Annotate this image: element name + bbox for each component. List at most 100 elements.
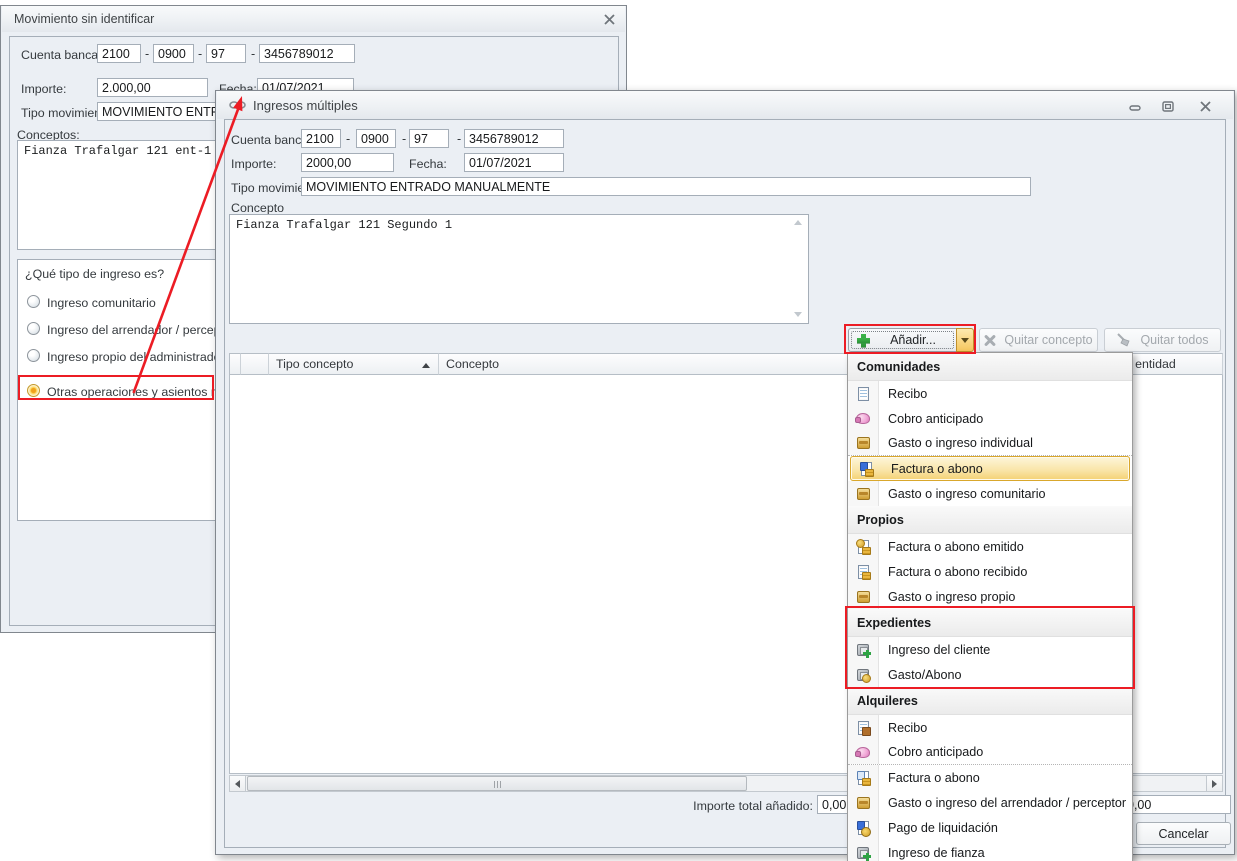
cuenta-part1-field[interactable]: 2100 xyxy=(301,129,341,148)
concepto-textarea[interactable]: Fianza Trafalgar 121 Segundo 1 xyxy=(229,214,809,324)
importe-label: Importe: xyxy=(231,157,277,171)
table-header-indicator-col xyxy=(229,353,241,375)
invoice-emitted-icon xyxy=(855,538,871,555)
menu-section-alquileres: Alquileres xyxy=(848,687,1132,715)
column-title: Tipo concepto xyxy=(276,357,354,371)
menu-item-recibo[interactable]: Recibo xyxy=(848,381,1132,406)
bg-window-title: Movimiento sin identificar xyxy=(14,12,155,26)
menu-item-pago-liquidacion[interactable]: Pago de liquidación xyxy=(848,815,1132,840)
radio-ingreso-propio[interactable] xyxy=(27,349,40,362)
bg-cuenta-part3-field[interactable]: 97 xyxy=(206,44,246,63)
receipt-icon xyxy=(857,386,869,401)
cuenta-part3-field[interactable]: 97 xyxy=(409,129,449,148)
menu-item-gasto-arrendador[interactable]: Gasto o ingreso del arrendador / percept… xyxy=(848,790,1132,815)
scroll-right-button[interactable] xyxy=(1206,775,1223,792)
triangle-left-icon xyxy=(235,779,240,788)
menu-item-cobro-anticipado[interactable]: Cobro anticipado xyxy=(848,406,1132,431)
menu-item-factura-abono-alquiler[interactable]: Factura o abono xyxy=(848,765,1132,790)
sort-ascending-icon xyxy=(422,363,430,368)
expense-icon xyxy=(856,437,870,449)
invoice-icon xyxy=(859,461,874,477)
icon-gutter xyxy=(851,457,882,480)
minimize-icon[interactable] xyxy=(1124,99,1146,114)
menu-item-label: Factura o abono recibido xyxy=(888,564,1028,579)
separator: - xyxy=(251,47,256,61)
cuenta-part2-field[interactable]: 0900 xyxy=(356,129,396,148)
scroll-up-icon[interactable] xyxy=(794,220,802,225)
cuenta-part4-field[interactable]: 3456789012 xyxy=(464,129,564,148)
close-icon[interactable] xyxy=(598,12,620,27)
importe-total-label: Importe total añadido: xyxy=(693,799,813,813)
separator: - xyxy=(198,47,203,61)
expense-icon xyxy=(856,487,870,500)
table-header-tipo-concepto[interactable]: Tipo concepto xyxy=(269,353,439,375)
dialog-titlebar[interactable]: Ingresos múltiples xyxy=(217,91,1233,119)
icon-gutter xyxy=(848,765,879,790)
cancelar-label: Cancelar xyxy=(1158,826,1209,841)
fecha-field[interactable]: 01/07/2021 xyxy=(464,153,564,172)
icon-gutter xyxy=(848,840,879,861)
safe-deposit-add-icon xyxy=(857,846,871,861)
expense-icon xyxy=(856,796,870,809)
menu-item-label: Gasto o ingreso individual xyxy=(888,436,1033,450)
menu-item-recibo-alquiler[interactable]: Recibo xyxy=(848,715,1132,740)
radio-label[interactable]: Ingreso comunitario xyxy=(47,296,156,310)
radio-ingreso-arrendador[interactable] xyxy=(27,322,40,335)
icon-gutter xyxy=(848,740,879,764)
menu-item-factura-recibido[interactable]: Factura o abono recibido xyxy=(848,559,1132,584)
liquidation-payment-icon xyxy=(856,820,871,837)
menu-item-label: Gasto o ingreso comunitario xyxy=(888,486,1046,501)
menu-item-label: Pago de liquidación xyxy=(888,820,998,835)
menu-item-gasto-individual[interactable]: Gasto o ingreso individual xyxy=(848,431,1132,456)
annotation-box-otras-operaciones xyxy=(18,375,214,400)
menu-item-label: Cobro anticipado xyxy=(888,745,984,759)
thumb-grip xyxy=(494,781,503,788)
icon-gutter xyxy=(848,715,879,740)
scroll-left-button[interactable] xyxy=(229,775,246,792)
table-header-icon-col xyxy=(241,353,269,375)
menu-item-label: Gasto o ingreso del arrendador / percept… xyxy=(888,795,1127,810)
menu-item-factura-emitido[interactable]: Factura o abono emitido xyxy=(848,534,1132,559)
bg-cuenta-part1-field[interactable]: 2100 xyxy=(97,44,141,63)
triangle-right-icon xyxy=(1212,779,1217,788)
importe-field[interactable]: 2000,00 xyxy=(301,153,394,172)
icon-gutter xyxy=(848,790,879,815)
separator: - xyxy=(402,132,407,146)
piggy-bank-icon xyxy=(855,746,870,758)
quitar-todos-button[interactable]: Quitar todos xyxy=(1104,328,1221,352)
scrollbar-thumb[interactable] xyxy=(247,776,747,791)
cancelar-button[interactable]: Cancelar xyxy=(1136,822,1231,845)
bg-cuenta-part4-field[interactable]: 3456789012 xyxy=(259,44,355,63)
menu-item-factura-abono[interactable]: Factura o abono xyxy=(850,456,1130,481)
separator: - xyxy=(457,132,462,146)
menu-item-label: Factura o abono xyxy=(888,770,980,785)
bg-importe-field[interactable]: 2.000,00 xyxy=(97,78,208,97)
radio-label[interactable]: Ingreso del arrendador / perceptor xyxy=(47,323,235,337)
column-title: Concepto xyxy=(446,357,500,371)
tipo-movimiento-field[interactable]: MOVIMIENTO ENTRADO MANUALMENTE xyxy=(301,177,1031,196)
menu-item-ingreso-fianza[interactable]: Ingreso de fianza xyxy=(848,840,1132,861)
icon-gutter xyxy=(848,381,879,406)
screen: Movimiento sin identificar Cuenta bancar… xyxy=(0,0,1237,861)
menu-item-cobro-anticipado-alquiler[interactable]: Cobro anticipado xyxy=(848,740,1132,765)
menu-item-gasto-comunitario[interactable]: Gasto o ingreso comunitario xyxy=(848,481,1132,506)
remove-x-icon xyxy=(984,334,996,346)
radio-label[interactable]: Ingreso propio del administrador xyxy=(47,350,225,364)
broom-icon xyxy=(1117,333,1130,347)
rental-receipt-icon xyxy=(857,720,871,736)
bg-window-titlebar[interactable]: Movimiento sin identificar xyxy=(2,6,625,32)
invoice-received-icon xyxy=(857,564,871,580)
maximize-icon[interactable] xyxy=(1157,99,1179,114)
concepto-label: Concepto xyxy=(231,201,285,215)
bg-importe-label: Importe: xyxy=(21,82,67,96)
scroll-down-icon[interactable] xyxy=(794,312,802,317)
close-icon[interactable] xyxy=(1194,99,1216,114)
menu-section-propios: Propios xyxy=(848,506,1132,534)
fecha-label: Fecha: xyxy=(409,157,447,171)
quitar-concepto-button[interactable]: Quitar concepto xyxy=(979,328,1098,352)
dialog-title: Ingresos múltiples xyxy=(253,97,358,113)
bg-cuenta-part2-field[interactable]: 0900 xyxy=(153,44,194,63)
link-chain-icon xyxy=(217,100,247,110)
separator: - xyxy=(145,47,150,61)
radio-ingreso-comunitario[interactable] xyxy=(27,295,40,308)
